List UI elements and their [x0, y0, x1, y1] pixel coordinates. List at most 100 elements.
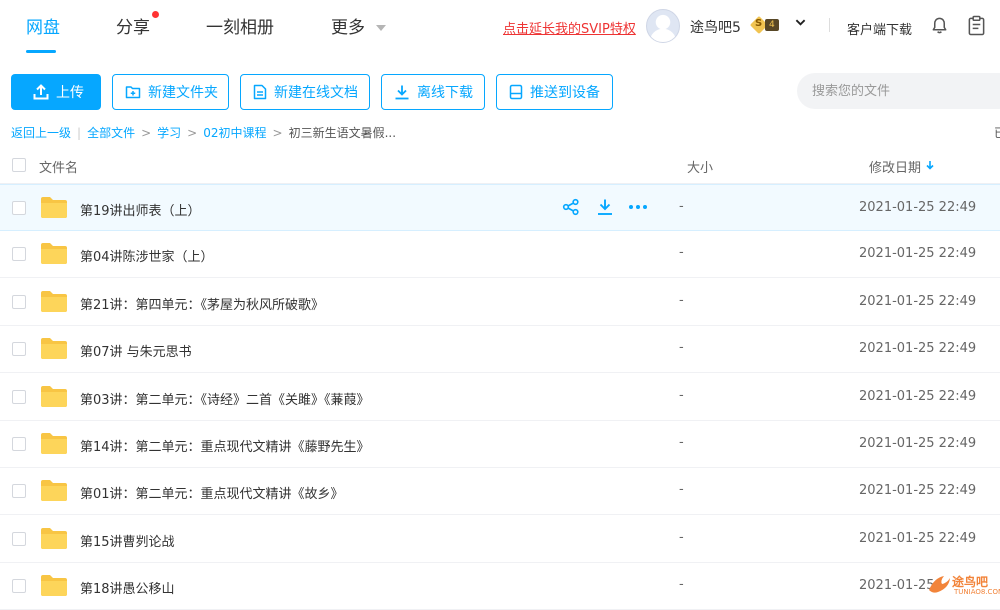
table-row[interactable]: 第19讲出师表（上） - 2021-01-25 22:49: [0, 184, 1000, 231]
push-to-device-button[interactable]: 推送到设备: [496, 74, 613, 110]
folder-icon: [41, 338, 67, 359]
file-modified-date: 2021-01-25 22:49: [859, 531, 977, 546]
row-checkbox[interactable]: [12, 390, 26, 404]
notification-dot: [152, 11, 159, 18]
offline-download-button[interactable]: 离线下载: [381, 74, 485, 110]
sort-descending-icon[interactable]: [925, 160, 935, 170]
file-modified-date: 2021-01-25 22:49: [859, 436, 977, 451]
table-row[interactable]: 第14讲：第二单元：重点现代文精讲《藤野先生》 - 2021-01-25 22:49: [0, 421, 1000, 468]
top-navigation: 网盘 分享 一刻相册 更多 点击延长我的SVIP特权 途鸟吧5 S 4 客户端下…: [0, 0, 1000, 54]
vip-level: 4: [765, 19, 779, 31]
file-modified-date: 2021-01-25 22:49: [859, 294, 977, 309]
table-row[interactable]: 第03讲：第二单元：《诗经》二首《关雎》《蒹葭》 - 2021-01-25 22:4…: [0, 374, 1000, 421]
chevron-down-icon[interactable]: [795, 17, 806, 28]
file-size: -: [679, 435, 684, 450]
tab-moments-album[interactable]: 一刻相册: [206, 13, 274, 38]
breadcrumb: 返回上一级 | 全部文件 > 学习 > 02初中课程 > 初三新生语文暑假...: [11, 124, 396, 141]
download-icon[interactable]: [596, 198, 614, 220]
offline-download-label: 离线下载: [417, 85, 473, 101]
caret-down-icon[interactable]: [376, 25, 386, 31]
svip-extend-link[interactable]: 点击延长我的SVIP特权: [503, 18, 636, 37]
share-icon[interactable]: [562, 198, 580, 220]
vip-badge: S 4: [749, 15, 781, 35]
column-header-modified[interactable]: 修改日期: [869, 157, 921, 176]
row-checkbox[interactable]: [12, 579, 26, 593]
file-modified-date: 2021-01-25 22:49: [859, 246, 977, 261]
file-modified-date: 2021-01-25 22:49: [859, 389, 977, 404]
table-row[interactable]: 第01讲：第二单元：重点现代文精讲《故乡》 - 2021-01-25 22:49: [0, 468, 1000, 515]
breadcrumb-separator: >: [141, 125, 152, 140]
file-size: -: [679, 577, 684, 592]
new-folder-button[interactable]: 新建文件夹: [112, 74, 229, 110]
divider: [829, 18, 830, 32]
upload-icon: [33, 84, 49, 100]
tab-netdisk[interactable]: 网盘: [26, 13, 60, 38]
watermark-subtext: TUNIAO8.COM: [954, 588, 1000, 596]
clipboard-icon[interactable]: [967, 15, 986, 36]
upload-label: 上传: [56, 85, 84, 101]
folder-icon: [41, 243, 67, 264]
upload-button[interactable]: 上传: [11, 74, 101, 110]
breadcrumb-separator: >: [187, 125, 198, 140]
avatar[interactable]: [646, 9, 680, 43]
row-checkbox[interactable]: [12, 295, 26, 309]
table-row[interactable]: 第15讲曹刿论战 - 2021-01-25 22:49: [0, 516, 1000, 563]
file-name[interactable]: 第18讲愚公移山: [80, 578, 175, 597]
row-checkbox[interactable]: [12, 342, 26, 356]
breadcrumb-divider: |: [77, 125, 82, 140]
device-icon: [509, 84, 523, 100]
file-name[interactable]: 第04讲陈涉世家（上）: [80, 246, 214, 265]
folder-icon: [41, 433, 67, 454]
file-modified-date: 2021-01-25 22:49: [859, 341, 977, 356]
file-size: -: [679, 482, 684, 497]
file-name[interactable]: 第15讲曹刿论战: [80, 531, 175, 550]
select-all-checkbox[interactable]: [12, 158, 26, 172]
file-size: -: [679, 388, 684, 403]
breadcrumb-item-all-files[interactable]: 全部文件: [87, 124, 135, 141]
search-input[interactable]: [797, 73, 1000, 109]
document-icon: [253, 84, 267, 100]
row-checkbox[interactable]: [12, 247, 26, 261]
bell-icon[interactable]: [930, 16, 949, 35]
file-name[interactable]: 第01讲：第二单元：重点现代文精讲《故乡》: [80, 483, 344, 502]
push-to-device-label: 推送到设备: [530, 85, 600, 101]
table-row[interactable]: 第21讲：第四单元：《茅屋为秋风所破歌》 - 2021-01-25 22:49: [0, 279, 1000, 326]
tab-more[interactable]: 更多: [331, 13, 365, 38]
row-checkbox[interactable]: [12, 484, 26, 498]
file-list-header: 文件名 大小 修改日期: [0, 146, 1000, 184]
folder-icon: [41, 291, 67, 312]
file-name[interactable]: 第21讲：第四单元：《茅屋为秋风所破歌》: [80, 294, 324, 313]
folder-icon: [41, 386, 67, 407]
file-name[interactable]: 第19讲出师表（上）: [80, 200, 201, 219]
table-row[interactable]: 第04讲陈涉世家（上） - 2021-01-25 22:49: [0, 231, 1000, 278]
folder-icon: [41, 197, 67, 218]
username[interactable]: 途鸟吧5: [690, 17, 741, 37]
column-header-name[interactable]: 文件名: [39, 157, 78, 176]
file-size: -: [679, 340, 684, 355]
file-size: -: [679, 245, 684, 260]
active-tab-indicator: [26, 50, 56, 53]
new-online-doc-button[interactable]: 新建在线文档: [240, 74, 370, 110]
column-header-size[interactable]: 大小: [687, 157, 713, 176]
table-row[interactable]: 第18讲愚公移山 -2021-01-25: [0, 563, 1000, 610]
client-download-link[interactable]: 客户端下载: [847, 19, 912, 38]
more-options-icon[interactable]: [628, 198, 648, 220]
row-checkbox[interactable]: [12, 201, 26, 215]
new-folder-label: 新建文件夹: [148, 85, 218, 101]
row-checkbox[interactable]: [12, 532, 26, 546]
bird-logo-icon: [929, 576, 950, 593]
table-row[interactable]: 第07讲 与朱元思书 - 2021-01-25 22:49: [0, 326, 1000, 373]
row-actions: [562, 198, 654, 218]
file-name[interactable]: 第03讲：第二单元：《诗经》二首《关雎》《蒹葭》: [80, 389, 370, 408]
breadcrumb-item-middle-school[interactable]: 02初中课程: [203, 124, 266, 141]
row-checkbox[interactable]: [12, 437, 26, 451]
breadcrumb-current: 初三新生语文暑假...: [288, 126, 397, 140]
file-name[interactable]: 第14讲：第二单元：重点现代文精讲《藤野先生》: [80, 436, 370, 455]
breadcrumb-separator: >: [272, 125, 283, 140]
breadcrumb-item-study[interactable]: 学习: [157, 124, 181, 141]
file-size: -: [679, 199, 684, 214]
file-name[interactable]: 第07讲 与朱元思书: [80, 341, 192, 360]
breadcrumb-back[interactable]: 返回上一级: [11, 124, 71, 141]
watermark-logo: 途鸟吧 TUNIAO8.COM: [924, 570, 1000, 600]
tab-share[interactable]: 分享: [116, 13, 150, 38]
